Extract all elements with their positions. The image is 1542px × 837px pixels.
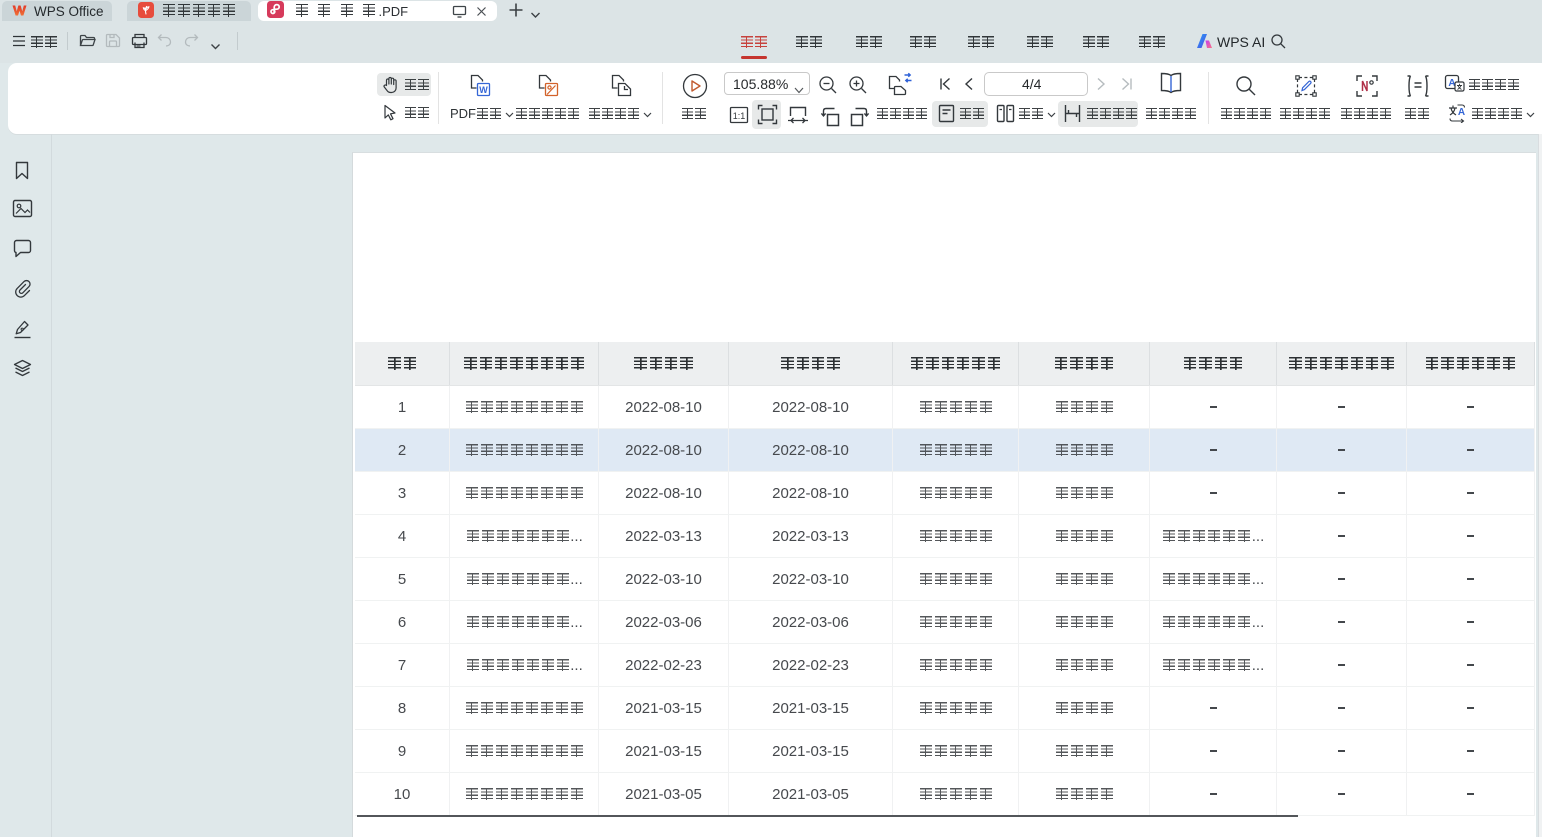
svg-text:W: W: [479, 85, 488, 95]
svg-text:1:1: 1:1: [733, 111, 746, 121]
svg-text:A: A: [1458, 107, 1465, 118]
